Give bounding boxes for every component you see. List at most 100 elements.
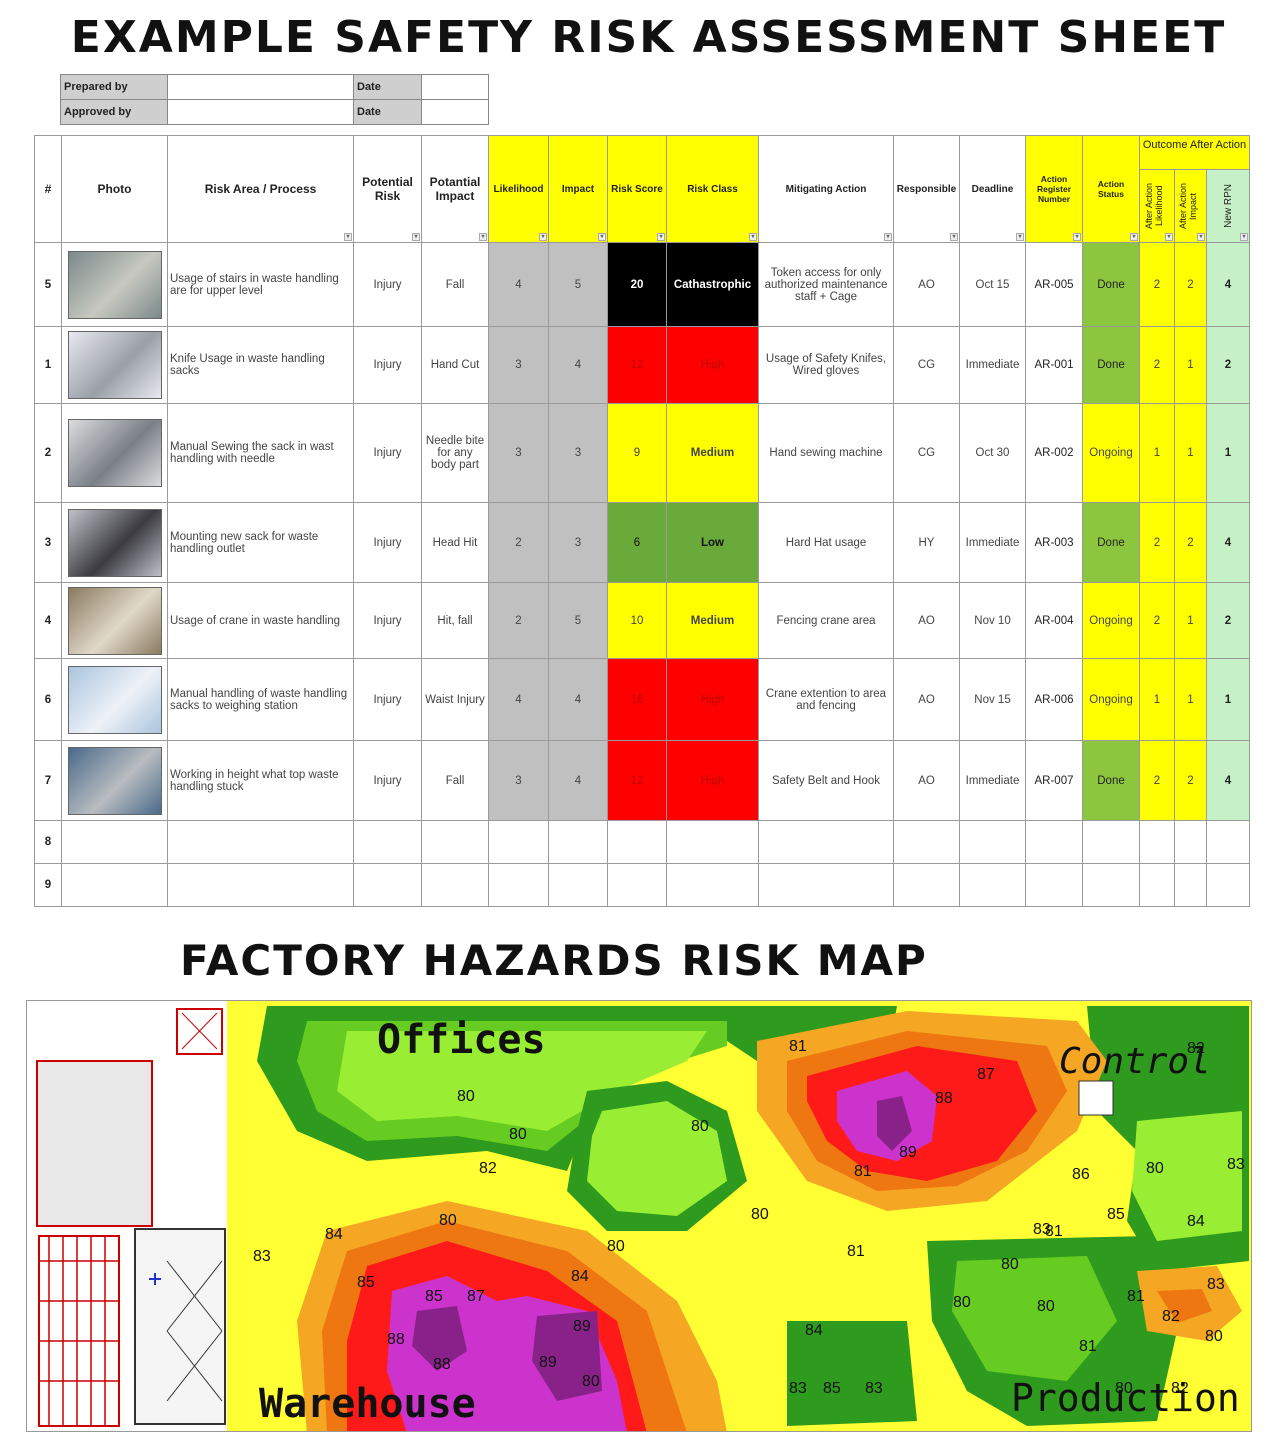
risk-area-cell[interactable]: Usage of crane in waste handling <box>167 582 354 659</box>
empty-cell[interactable] <box>167 863 354 907</box>
potential-risk-cell[interactable]: Injury <box>353 658 422 741</box>
potential-impact-cell[interactable]: Hit, fall <box>421 582 489 659</box>
impact-cell[interactable]: 5 <box>548 242 608 327</box>
empty-cell[interactable] <box>1082 820 1140 864</box>
empty-cell[interactable] <box>548 820 608 864</box>
risk-score-cell[interactable]: 20 <box>607 242 667 327</box>
empty-cell[interactable] <box>893 820 960 864</box>
empty-cell[interactable] <box>1174 863 1207 907</box>
filter-dropdown-icon[interactable]: ▾ <box>479 233 487 241</box>
action-register-cell[interactable]: AR-002 <box>1025 403 1083 503</box>
potential-risk-cell[interactable]: Injury <box>353 326 422 404</box>
likelihood-cell[interactable]: 3 <box>488 740 549 821</box>
empty-cell[interactable] <box>666 820 759 864</box>
mitigating-action-cell[interactable]: Hard Hat usage <box>758 502 894 583</box>
risk-score-cell[interactable]: 6 <box>607 502 667 583</box>
row-number[interactable]: 5 <box>34 242 62 327</box>
potential-impact-cell[interactable]: Fall <box>421 242 489 327</box>
likelihood-cell[interactable]: 4 <box>488 658 549 741</box>
risk-area-cell[interactable]: Manual handling of waste handling sacks … <box>167 658 354 741</box>
new-rpn-cell[interactable]: 1 <box>1206 658 1250 741</box>
empty-cell[interactable] <box>353 820 422 864</box>
empty-cell[interactable] <box>1025 820 1083 864</box>
empty-cell[interactable] <box>1082 863 1140 907</box>
empty-cell[interactable] <box>548 863 608 907</box>
filter-dropdown-icon[interactable]: ▾ <box>539 233 547 241</box>
impact-cell[interactable]: 3 <box>548 403 608 503</box>
row-number[interactable]: 3 <box>34 502 62 583</box>
empty-cell[interactable] <box>1139 820 1175 864</box>
filter-dropdown-icon[interactable]: ▾ <box>657 233 665 241</box>
empty-cell[interactable] <box>758 863 894 907</box>
risk-area-cell[interactable]: Working in height what top waste handlin… <box>167 740 354 821</box>
empty-cell[interactable] <box>607 820 667 864</box>
empty-cell[interactable] <box>959 820 1026 864</box>
after-likelihood-cell[interactable]: 1 <box>1139 658 1175 741</box>
responsible-cell[interactable]: AO <box>893 242 960 327</box>
filter-dropdown-icon[interactable]: ▾ <box>412 233 420 241</box>
potential-impact-cell[interactable]: Hand Cut <box>421 326 489 404</box>
risk-area-cell[interactable]: Mounting new sack for waste handling out… <box>167 502 354 583</box>
after-impact-cell[interactable]: 2 <box>1174 740 1207 821</box>
action-register-cell[interactable]: AR-001 <box>1025 326 1083 404</box>
risk-score-cell[interactable]: 10 <box>607 582 667 659</box>
after-impact-cell[interactable]: 1 <box>1174 326 1207 404</box>
action-register-cell[interactable]: AR-006 <box>1025 658 1083 741</box>
after-likelihood-cell[interactable]: 2 <box>1139 740 1175 821</box>
risk-area-cell[interactable]: Knife Usage in waste handling sacks <box>167 326 354 404</box>
responsible-cell[interactable]: HY <box>893 502 960 583</box>
risk-area-cell[interactable]: Usage of stairs in waste handling are fo… <box>167 242 354 327</box>
approved-by-field[interactable] <box>167 99 354 125</box>
photo-cell[interactable] <box>61 242 168 327</box>
after-impact-cell[interactable]: 1 <box>1174 403 1207 503</box>
filter-dropdown-icon[interactable]: ▾ <box>950 233 958 241</box>
impact-cell[interactable]: 4 <box>548 326 608 404</box>
risk-area-cell[interactable]: Manual Sewing the sack in wast handling … <box>167 403 354 503</box>
empty-cell[interactable] <box>758 820 894 864</box>
mitigating-action-cell[interactable]: Token access for only authorized mainten… <box>758 242 894 327</box>
potential-impact-cell[interactable]: Needle bite for any body part <box>421 403 489 503</box>
empty-cell[interactable] <box>1206 863 1250 907</box>
action-register-cell[interactable]: AR-007 <box>1025 740 1083 821</box>
potential-impact-cell[interactable]: Waist Injury <box>421 658 489 741</box>
row-number[interactable]: 9 <box>34 863 62 907</box>
row-number[interactable]: 7 <box>34 740 62 821</box>
prepared-by-field[interactable] <box>167 74 354 100</box>
potential-risk-cell[interactable]: Injury <box>353 403 422 503</box>
action-status-cell[interactable]: Done <box>1082 502 1140 583</box>
action-register-cell[interactable]: AR-005 <box>1025 242 1083 327</box>
row-number[interactable]: 6 <box>34 658 62 741</box>
impact-cell[interactable]: 3 <box>548 502 608 583</box>
risk-class-cell[interactable]: High <box>666 740 759 821</box>
risk-class-cell[interactable]: High <box>666 326 759 404</box>
photo-cell[interactable] <box>61 326 168 404</box>
risk-score-cell[interactable]: 9 <box>607 403 667 503</box>
filter-dropdown-icon[interactable]: ▾ <box>1165 233 1173 241</box>
likelihood-cell[interactable]: 2 <box>488 502 549 583</box>
filter-dropdown-icon[interactable]: ▾ <box>344 233 352 241</box>
filter-dropdown-icon[interactable]: ▾ <box>1197 233 1205 241</box>
likelihood-cell[interactable]: 4 <box>488 242 549 327</box>
new-rpn-cell[interactable]: 2 <box>1206 582 1250 659</box>
mitigating-action-cell[interactable]: Crane extention to area and fencing <box>758 658 894 741</box>
risk-class-cell[interactable]: Medium <box>666 582 759 659</box>
deadline-cell[interactable]: Immediate <box>959 502 1026 583</box>
deadline-cell[interactable]: Nov 15 <box>959 658 1026 741</box>
mitigating-action-cell[interactable]: Fencing crane area <box>758 582 894 659</box>
after-impact-cell[interactable]: 1 <box>1174 658 1207 741</box>
deadline-cell[interactable]: Immediate <box>959 326 1026 404</box>
risk-class-cell[interactable]: Low <box>666 502 759 583</box>
new-rpn-cell[interactable]: 1 <box>1206 403 1250 503</box>
new-rpn-cell[interactable]: 4 <box>1206 740 1250 821</box>
empty-cell[interactable] <box>488 820 549 864</box>
responsible-cell[interactable]: CG <box>893 403 960 503</box>
potential-risk-cell[interactable]: Injury <box>353 582 422 659</box>
impact-cell[interactable]: 4 <box>548 658 608 741</box>
row-number[interactable]: 2 <box>34 403 62 503</box>
deadline-cell[interactable]: Nov 10 <box>959 582 1026 659</box>
mitigating-action-cell[interactable]: Usage of Safety Knifes, Wired gloves <box>758 326 894 404</box>
date-field-2[interactable] <box>421 99 489 125</box>
empty-cell[interactable] <box>1206 820 1250 864</box>
deadline-cell[interactable]: Oct 30 <box>959 403 1026 503</box>
after-likelihood-cell[interactable]: 2 <box>1139 242 1175 327</box>
